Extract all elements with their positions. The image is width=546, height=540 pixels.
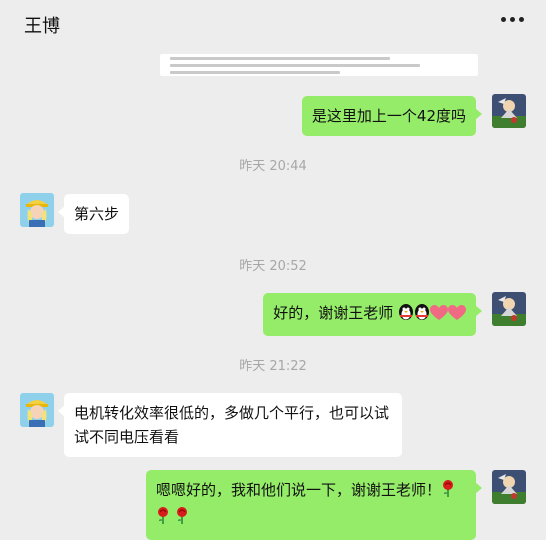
message-bubble-outgoing[interactable]: 是这里加上一个42度吗: [301, 96, 483, 136]
rose-emoji-icon: [156, 507, 170, 532]
message-bubble-outgoing[interactable]: 嗯嗯好的，我和他们说一下，谢谢王老师！: [146, 470, 482, 540]
message-text-line: 试不同电压看看: [74, 428, 180, 446]
my-avatar-icon[interactable]: [492, 470, 526, 504]
message-bubble-incoming[interactable]: 第六步: [57, 194, 130, 234]
teacher-avatar-icon[interactable]: [20, 193, 54, 227]
message-bubble-outgoing[interactable]: 好的，谢谢王老师: [263, 293, 482, 336]
heart-emoji-icon: [430, 304, 448, 328]
rose-emoji-icon: [175, 507, 189, 532]
message-text: 好的，谢谢王老师: [273, 304, 394, 322]
more-dots-icon[interactable]: [501, 17, 524, 22]
message-bubble-incoming[interactable]: 电机转化效率很低的，多做几个平行，也可以试 试不同电压看看: [58, 393, 402, 457]
message-text: 嗯嗯好的，我和他们说一下，谢谢王老师！: [156, 481, 442, 499]
timestamp: 昨天 20:44: [239, 159, 307, 174]
timestamp: 昨天 21:22: [239, 359, 307, 374]
heart-emoji-icon: [448, 304, 466, 328]
shared-document-preview[interactable]: [160, 54, 478, 76]
chat-title: 王博: [24, 16, 60, 37]
penguin-emoji-icon: [398, 303, 414, 328]
rose-emoji-icon: [441, 480, 455, 505]
timestamp: 昨天 20:52: [239, 259, 307, 274]
penguin-emoji-icon: [414, 303, 430, 328]
teacher-avatar-icon[interactable]: [20, 393, 54, 427]
chat-header: 王博: [0, 0, 546, 50]
my-avatar-icon[interactable]: [492, 292, 526, 326]
message-text-line: 电机转化效率很低的，多做几个平行，也可以试: [74, 404, 390, 422]
my-avatar-icon[interactable]: [492, 94, 526, 128]
